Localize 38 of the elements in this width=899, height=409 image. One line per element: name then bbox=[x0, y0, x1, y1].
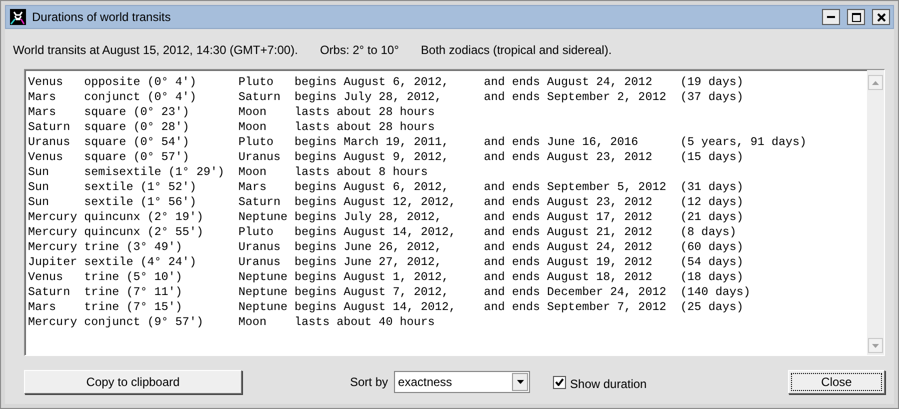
copy-button[interactable]: Copy to clipboard bbox=[24, 370, 242, 394]
sort-dropdown[interactable]: exactness bbox=[394, 371, 530, 393]
window-title: Durations of world transits bbox=[32, 10, 172, 24]
transit-line: Mercury quincunx (2° 55') Pluto begins August 14, 2012, and ends August 21, 2012 (8 days) bbox=[28, 225, 738, 240]
transit-line: Mars conjunct (0° 4') Saturn begins July 28, 2012, and ends September 2, 2012 (37 days) bbox=[28, 90, 744, 105]
transit-line: Jupiter sextile (4° 24') Uranus begins June 27, 2012, and ends August 19, 2012 (54 days) bbox=[28, 255, 744, 270]
header-text: Both zodiacs (tropical and sidereal). bbox=[420, 43, 612, 57]
sort-label: Sort by bbox=[350, 375, 388, 389]
transit-line: Sun sextile (1° 52') Mars begins August 6, 2012, and ends September 5, 2012 (31 days) bbox=[28, 180, 744, 195]
transit-line: Venus trine (5° 10') Neptune begins August 1, 2012, and ends August 18, 2012 (18 days) bbox=[28, 270, 744, 285]
transit-line: Venus square (0° 57') Uranus begins August 9, 2012, and ends August 23, 2012 (15 days) bbox=[28, 150, 744, 165]
close-button[interactable] bbox=[872, 9, 890, 25]
close-icon bbox=[876, 12, 886, 22]
minimize-button[interactable] bbox=[822, 9, 840, 25]
transit-line: Saturn trine (7° 11') Neptune begins August 7, 2012, and ends December 24, 2012 (140 days) bbox=[28, 285, 752, 300]
transit-line: Mars trine (7° 15') Neptune begins August 14, 2012, and ends September 7, 2012 (25 days) bbox=[28, 300, 744, 315]
header-text: World transits at August 15, 2012, 14:30 (GMT+7:00). bbox=[13, 43, 298, 57]
transit-line: Sun sextile (1° 56') Saturn begins August 12, 2012, and ends August 23, 2012 (12 days) bbox=[28, 195, 744, 210]
transit-line: Uranus square (0° 54') Pluto begins March 19, 2011, and ends June 16, 2016 (5 years, 91 days) bbox=[28, 135, 808, 150]
minimize-icon bbox=[827, 16, 835, 18]
header-text: Orbs: 2° to 10° bbox=[320, 43, 399, 57]
transit-line: Venus opposite (0° 4') Pluto begins August 6, 2012, and ends August 24, 2012 (19 days) bbox=[28, 75, 744, 90]
close-dialog-button[interactable]: Close bbox=[788, 370, 885, 394]
down-arrow-icon bbox=[872, 344, 879, 348]
maximize-icon bbox=[852, 12, 860, 22]
transit-line: Mercury quincunx (2° 19') Neptune begins July 28, 2012, and ends August 17, 2012 (21 days) bbox=[28, 210, 744, 225]
transit-line: Sun semisextile (1° 29') Moon lasts about 8 hours bbox=[28, 165, 429, 180]
transit-line: Saturn square (0° 28') Moon lasts about 28 hours bbox=[28, 120, 436, 135]
check-icon bbox=[555, 378, 564, 386]
checkbox-label: Show duration bbox=[570, 377, 647, 391]
dropdown-arrow-icon bbox=[516, 380, 524, 384]
transit-line: Mars square (0° 23') Moon lasts about 28 hours bbox=[28, 105, 436, 120]
up-arrow-icon bbox=[872, 80, 879, 84]
app-logo-icon bbox=[10, 9, 26, 25]
transit-line: Mercury trine (3° 49') Uranus begins June 26, 2012, and ends August 24, 2012 (60 days) bbox=[28, 240, 744, 255]
show-duration-checkbox[interactable] bbox=[553, 376, 566, 388]
maximize-button[interactable] bbox=[847, 9, 865, 25]
transit-line: Mercury conjunct (9° 57') Moon lasts about 40 hours bbox=[28, 315, 436, 330]
